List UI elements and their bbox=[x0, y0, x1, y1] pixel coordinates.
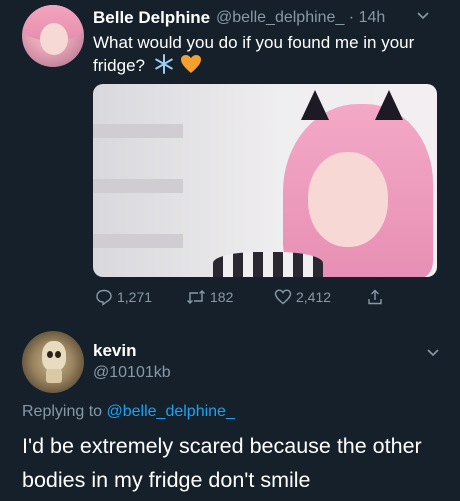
tweet-time[interactable]: 14h bbox=[359, 9, 386, 26]
reply-icon bbox=[95, 288, 113, 306]
like-button[interactable]: 2,412 bbox=[274, 288, 331, 306]
reply-text: I'd be extremely scared because the othe… bbox=[22, 434, 422, 492]
avatar-eye-shape bbox=[55, 351, 61, 358]
tweet-text-body: What would you do if you found me in you… bbox=[93, 33, 415, 75]
author-name[interactable]: Belle Delphine bbox=[93, 8, 210, 28]
orange-heart-icon bbox=[180, 54, 202, 80]
time-separator: · bbox=[348, 9, 355, 26]
avatar-skull-shape bbox=[42, 341, 66, 371]
striped-sock-shape bbox=[213, 252, 323, 277]
tweet-text: What would you do if you found me in you… bbox=[93, 32, 448, 80]
replying-to-line: Replying to @belle_delphine_ bbox=[22, 403, 235, 421]
reply-author-handle[interactable]: @10101kb bbox=[93, 364, 171, 382]
retweet-icon bbox=[186, 288, 206, 306]
snowflake-icon bbox=[154, 54, 174, 80]
share-button[interactable] bbox=[366, 288, 384, 306]
retweet-count: 182 bbox=[210, 289, 234, 305]
reply-button[interactable]: 1,271 bbox=[95, 288, 152, 306]
chevron-down-icon[interactable] bbox=[414, 6, 432, 29]
author-handle[interactable]: @belle_delphine_ bbox=[216, 9, 344, 26]
reply-count: 1,271 bbox=[117, 289, 153, 305]
avatar-face-shape bbox=[40, 23, 68, 55]
fridge-shelf bbox=[93, 124, 183, 138]
tweet-media-image[interactable] bbox=[93, 84, 437, 277]
heart-icon bbox=[274, 288, 292, 306]
fridge-shelf bbox=[93, 179, 183, 193]
avatar-eye-shape bbox=[47, 351, 53, 358]
replying-to-prefix: Replying to bbox=[22, 403, 103, 420]
chevron-down-icon[interactable] bbox=[424, 343, 442, 366]
fridge-shelf bbox=[93, 234, 183, 248]
author-handle-line: @belle_delphine_ · 14h bbox=[216, 9, 385, 27]
author-avatar[interactable] bbox=[22, 5, 84, 67]
share-icon bbox=[366, 288, 384, 306]
replying-to-link[interactable]: @belle_delphine_ bbox=[107, 403, 235, 420]
reply-author-avatar[interactable] bbox=[22, 331, 84, 393]
avatar-jaw-shape bbox=[46, 369, 62, 383]
cat-ear-shape bbox=[375, 90, 403, 120]
face-shape bbox=[308, 152, 388, 247]
tweet-actions: 1,271 182 2,412 bbox=[0, 288, 460, 310]
retweet-button[interactable]: 182 bbox=[186, 288, 233, 306]
reply-author-name[interactable]: kevin bbox=[93, 341, 136, 361]
cat-ear-shape bbox=[301, 90, 329, 120]
like-count: 2,412 bbox=[296, 289, 332, 305]
